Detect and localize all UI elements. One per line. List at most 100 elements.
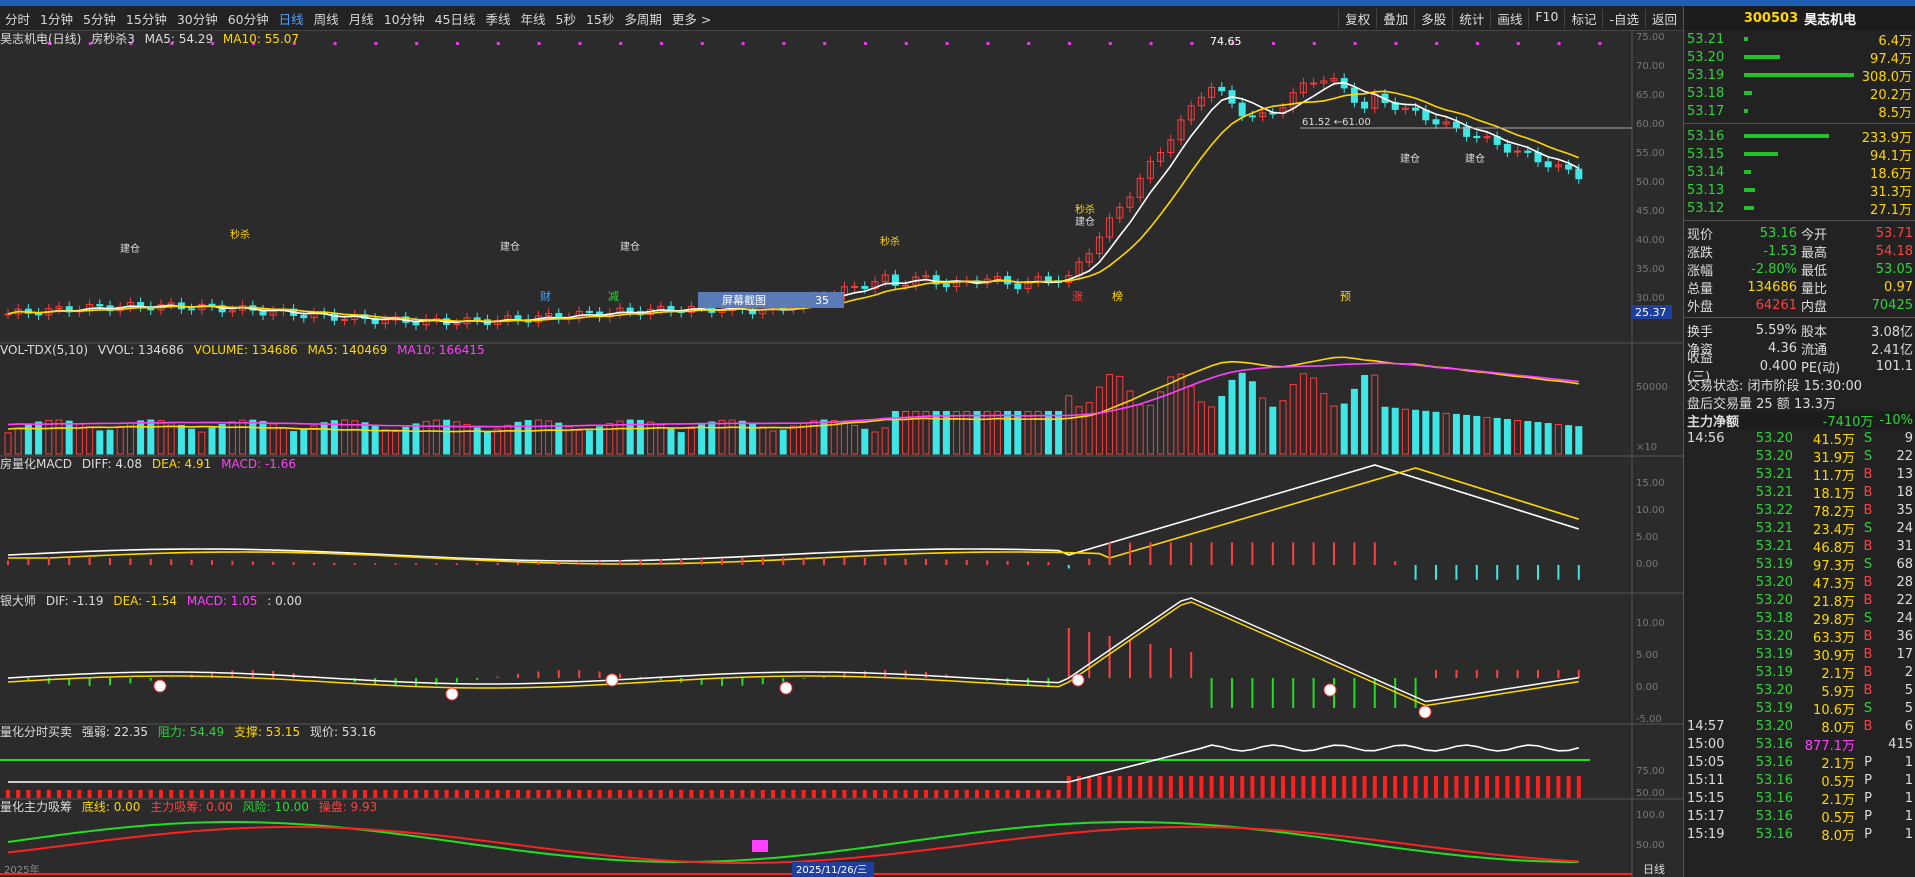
- tab-period-12[interactable]: 年线: [516, 9, 551, 28]
- tab-period-6[interactable]: 日线: [274, 9, 309, 28]
- order-volume-bar: [1744, 134, 1829, 138]
- tab-period-7[interactable]: 周线: [309, 9, 344, 28]
- toolbar-button-2[interactable]: 多股: [1414, 8, 1452, 28]
- order-volume-bar: [1744, 152, 1778, 156]
- tab-period-2[interactable]: 5分钟: [78, 9, 121, 28]
- toolbar-button-4[interactable]: 画线: [1490, 8, 1528, 28]
- quote-key-2: PE(动): [1801, 360, 1841, 376]
- signal-dot: [782, 42, 786, 45]
- tick-count: 28: [1896, 574, 1913, 590]
- buy-signal-icon: [779, 681, 793, 695]
- tick-count: 18: [1896, 484, 1913, 500]
- quote-value: -1.53: [1763, 243, 1797, 259]
- candle-body: [1452, 121, 1460, 128]
- volume-bar: [218, 423, 226, 455]
- fs-indicator-name[interactable]: 量化分时买卖: [0, 725, 72, 739]
- toolbar-button-5[interactable]: F10: [1528, 8, 1564, 28]
- volume-bar: [1503, 418, 1511, 455]
- macd-indicator-name[interactable]: 房量化MACD: [0, 457, 72, 471]
- volume-bar: [351, 420, 359, 455]
- order-price: 53.15: [1687, 146, 1725, 162]
- tab-period-0[interactable]: 分时: [0, 9, 35, 28]
- order-price: 53.18: [1687, 85, 1725, 101]
- yin-dea-line: [7, 601, 1579, 707]
- tab-period-11[interactable]: 季线: [481, 9, 516, 28]
- tick-time: 14:56: [1687, 430, 1725, 446]
- tick-direction: B: [1863, 484, 1873, 500]
- yin-indicator-name[interactable]: 银大师: [0, 594, 36, 608]
- tick-count: 22: [1896, 448, 1913, 464]
- signal-dot: [1108, 42, 1112, 45]
- quote-row: 外盘 64261 内盘 70425: [1684, 296, 1915, 315]
- trade-status-text: 交易状态: 闭市阶段 15:30:00: [1687, 378, 1863, 394]
- tab-period-3[interactable]: 15分钟: [121, 9, 172, 28]
- order-price: 53.13: [1687, 182, 1725, 198]
- indicator-name[interactable]: 房秒杀3: [91, 32, 135, 46]
- quote-value: 5.59%: [1755, 322, 1797, 338]
- tick-price: 53.16: [1755, 790, 1793, 806]
- quote-value-2: 53.71: [1875, 225, 1913, 241]
- yin-dif-value: DIF: -1.19: [45, 594, 104, 608]
- candle-body: [1575, 168, 1583, 180]
- tab-period-16[interactable]: 更多 >: [667, 9, 716, 28]
- tick-price: 53.16: [1755, 754, 1793, 770]
- candle-body: [1473, 135, 1481, 139]
- fs-axis-label: 50.00: [1636, 788, 1665, 799]
- qr-value: 强弱: 22.35: [81, 725, 149, 739]
- yin-axis-label: -5.00: [1636, 714, 1662, 725]
- signal-dot: [619, 42, 623, 45]
- quote-grid: 现价 53.16 今开 53.71 涨跌 -1.53 最高 54.18 涨幅 -2.80% 最低 53…: [1684, 224, 1915, 315]
- candle-body: [585, 310, 593, 313]
- tick-time: 15:19: [1687, 826, 1725, 842]
- signal-dot: [660, 42, 663, 45]
- hline-label: 61.52 ←61.00: [1302, 117, 1371, 128]
- zl-indicator-name[interactable]: 量化主力吸筹: [0, 800, 72, 814]
- tab-period-14[interactable]: 15秒: [581, 9, 619, 28]
- zl-red-line: [7, 825, 1579, 865]
- volume-bar: [616, 420, 624, 455]
- tick-volume: 21.8万: [1813, 594, 1855, 610]
- volume-bar: [1228, 379, 1236, 455]
- zl-value: 阻力: 54.49: [157, 725, 225, 739]
- vol-indicator-name[interactable]: VOL-TDX(5,10): [0, 343, 88, 357]
- candle-body: [412, 321, 420, 326]
- quote-key: 涨跌: [1687, 245, 1714, 261]
- tick-volume: 47.3万: [1813, 576, 1855, 592]
- toolbar-button-6[interactable]: 标记: [1564, 8, 1602, 28]
- volume-bar: [677, 432, 685, 455]
- tab-period-15[interactable]: 多周期: [619, 9, 667, 28]
- volume-bar: [1473, 415, 1481, 455]
- volume-bar: [45, 419, 53, 455]
- quote-value-2: 101.1: [1875, 358, 1913, 374]
- toolbar-button-8[interactable]: 返回: [1644, 8, 1683, 28]
- volume-bar: [392, 430, 400, 455]
- volume-bar: [1493, 417, 1501, 455]
- screenshot-button-label: 屏幕截图: [722, 293, 766, 307]
- tick-row: 53.19 30.9万 B 17: [1684, 645, 1915, 664]
- volume-bar: [177, 424, 185, 455]
- toolbar-button-1[interactable]: 叠加: [1376, 8, 1414, 28]
- volume-bar: [1350, 388, 1358, 455]
- tab-period-4[interactable]: 30分钟: [172, 9, 223, 28]
- tick-row: 53.20 47.3万 B 28: [1684, 573, 1915, 592]
- toolbar-button-7[interactable]: -自选: [1602, 8, 1645, 28]
- tick-list[interactable]: 14:56 53.20 41.5万 S 9 53.20 31.9万 S 22 53.21 11.7万…: [1684, 429, 1915, 844]
- kline-chart-area[interactable]: 75.00 70.00 65.00 60.00 55.00 50.00 45.00 40.00…: [0, 30, 1683, 877]
- tab-period-9[interactable]: 10分钟: [379, 9, 430, 28]
- quote-value-2: 53.05: [1875, 261, 1913, 277]
- toolbar-button-3[interactable]: 统计: [1452, 8, 1490, 28]
- tab-period-5[interactable]: 60分钟: [223, 9, 274, 28]
- quote-key-2: 流通: [1801, 342, 1828, 358]
- tab-period-13[interactable]: 5秒: [551, 9, 581, 28]
- dea-value: DEA: 4.91: [151, 457, 212, 471]
- tab-period-1[interactable]: 1分钟: [35, 9, 78, 28]
- volume-bar: [55, 419, 63, 455]
- stock-header[interactable]: 300503 昊志机电: [1684, 6, 1915, 30]
- toolbar-button-0[interactable]: 复权: [1338, 8, 1376, 28]
- candle-body: [1218, 86, 1226, 92]
- tab-period-10[interactable]: 45日线: [430, 9, 481, 28]
- tab-period-8[interactable]: 月线: [344, 9, 379, 28]
- tick-row: 15:15 53.16 2.1万 P 1: [1684, 789, 1915, 808]
- order-volume: 233.9万: [1861, 130, 1912, 146]
- main-force-net[interactable]: 主力净额 -7410万 -10%: [1684, 411, 1915, 430]
